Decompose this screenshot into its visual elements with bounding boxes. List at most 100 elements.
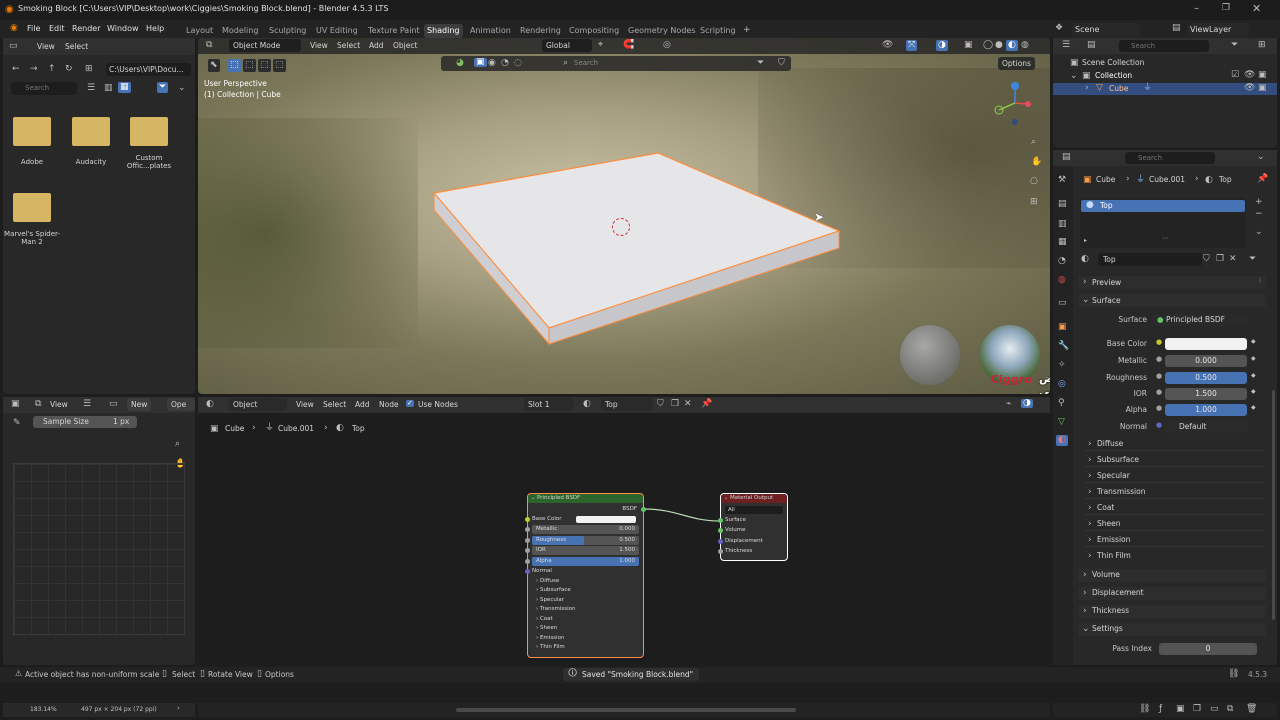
collapse-icon[interactable]: ⌄ (531, 495, 535, 501)
input-socket[interactable] (525, 517, 530, 522)
physics-tab-icon[interactable]: ◎ (1058, 380, 1066, 389)
unlink-icon[interactable]: ✕ (1229, 255, 1237, 264)
viewport-3d[interactable]: ⧉ Object Mode View Select Add Object Glo… (198, 38, 1050, 394)
display-mode-icon[interactable]: ▤ (1087, 41, 1096, 50)
new-collection-icon[interactable]: ⊞ (1258, 41, 1266, 50)
sample-size-field[interactable]: Sample Size 1 px (33, 416, 137, 428)
subpanel-transmission[interactable]: › Transmission (1085, 486, 1265, 499)
menu-file[interactable]: File (27, 20, 40, 38)
close-icon[interactable]: ✕ (1252, 3, 1261, 14)
pass-index-field[interactable]: 0 (1159, 643, 1257, 655)
duplicate-icon[interactable]: ❐ (1193, 705, 1201, 714)
eye-icon[interactable]: 👁 (1244, 84, 1255, 93)
editor-type-icon[interactable]: ☰ (1062, 41, 1070, 50)
viewport-visibility-icon[interactable]: 👁 (882, 41, 893, 50)
color-wheel-icon[interactable]: ◕ (456, 59, 464, 68)
base-color-swatch[interactable] (576, 516, 636, 523)
subpanel-thin-film[interactable]: › Thin Film (532, 643, 639, 652)
overlay-icon[interactable]: ◑ (936, 40, 948, 51)
eye-icon[interactable]: 👁 (1244, 71, 1255, 80)
folder-item[interactable]: Audacity (71, 117, 111, 167)
new-folder-icon[interactable]: ⊞ (85, 65, 93, 74)
socket-dot-icon[interactable]: ● (1156, 405, 1162, 412)
menu-window[interactable]: Window (107, 20, 139, 38)
copy-icon[interactable]: ⧉ (1227, 705, 1233, 714)
keyframe-dot-icon[interactable]: ◆ (1251, 389, 1256, 395)
duplicate-icon[interactable]: ❐ (1216, 255, 1224, 264)
input-socket[interactable] (525, 569, 530, 574)
keyframe-dot-icon[interactable]: ◆ (1251, 373, 1256, 379)
panel-header-thickness[interactable]: › Thickness (1078, 605, 1266, 618)
fake-user-icon[interactable]: ⛉ (1203, 255, 1210, 264)
socket-dot-icon[interactable]: ● (1156, 339, 1162, 346)
xray-icon[interactable]: ▣ (964, 41, 973, 50)
subpanel-diffuse[interactable]: › Diffuse (1085, 438, 1265, 451)
gizmo-icon[interactable]: ⤧ (906, 40, 918, 51)
object-tab-icon[interactable]: ▣ (1058, 323, 1067, 332)
orthographic-toggle-icon[interactable]: ⊞ (1030, 198, 1038, 207)
properties-search-input[interactable]: Search (1125, 152, 1215, 164)
node-row[interactable]: Alpha 1.000 (532, 557, 639, 566)
input-socket[interactable] (718, 528, 723, 533)
hamburger-icon[interactable]: ☰ (83, 400, 91, 409)
remove-slot-icon[interactable]: − (1255, 210, 1263, 219)
pin-icon[interactable]: 📌 (1257, 175, 1268, 184)
parent-dir-icon[interactable]: ↑ (48, 65, 56, 74)
wireframe-shading-icon[interactable]: ◯ (983, 41, 993, 50)
filter-icon[interactable]: ⏷ (157, 82, 169, 93)
subpanel-coat[interactable]: › Coat (1085, 502, 1265, 515)
roughness-field[interactable]: 0.500 (1165, 372, 1247, 384)
add-slot-icon[interactable]: + (1255, 198, 1263, 207)
chevron-down-icon[interactable]: ⌄ (178, 84, 186, 93)
socket-dot-icon[interactable]: ● (1156, 373, 1162, 380)
editor-type-icon[interactable]: ▭ (9, 42, 18, 51)
normal-field[interactable]: Default (1165, 421, 1247, 433)
list-grip-icon[interactable]: ⋯ (1162, 236, 1168, 242)
rendered-shading-icon[interactable]: ◍ (1021, 41, 1029, 50)
transform-orientation[interactable]: Global (542, 39, 592, 52)
select-tool-icon[interactable]: ⬉ (208, 59, 220, 72)
tab-sculpting[interactable]: Sculpting (266, 24, 309, 38)
alpha-field[interactable]: 1.000 (1165, 404, 1247, 416)
output-target-dropdown[interactable]: All (725, 506, 783, 514)
collapse-icon[interactable]: ⌄ (724, 495, 728, 501)
panel-header-displacement[interactable]: › Displacement (1078, 587, 1266, 600)
file-menu-select[interactable]: Select (65, 40, 88, 53)
list-vertical-icon[interactable]: ☰ (87, 84, 95, 93)
panel-header-volume[interactable]: › Volume (1078, 569, 1266, 582)
expand-arrow-icon[interactable]: › (1085, 84, 1089, 93)
object-icon[interactable]: ▣ (1176, 705, 1185, 714)
material-output-node[interactable]: ⌄ Material Output All Surface Volume Dis… (718, 493, 788, 561)
view-layer-selector[interactable]: ViewLayer (1187, 23, 1249, 37)
filter-icon[interactable]: ⏷ (1249, 255, 1256, 264)
panel-grip-icon[interactable]: ⋮ (1257, 278, 1263, 284)
zoom-icon[interactable]: ⌕ (1031, 138, 1036, 147)
image-browse-icon[interactable]: ▭ (109, 400, 118, 409)
refresh-icon[interactable]: ↻ (65, 65, 73, 74)
input-socket[interactable] (718, 549, 723, 554)
snap-icon[interactable]: 🧲 (623, 41, 634, 50)
camera-icon[interactable]: ▣ (1258, 71, 1267, 80)
menu-render[interactable]: Render (72, 20, 100, 38)
input-socket[interactable] (525, 527, 530, 532)
data-tab-icon[interactable]: ▽ (1058, 418, 1065, 427)
image-view-icon[interactable]: ⧉ (35, 400, 41, 409)
view-layer-tab-icon[interactable]: ▦ (1058, 238, 1067, 247)
tab-texture-paint[interactable]: Texture Paint (365, 24, 423, 38)
eyedropper-icon[interactable]: ✎ (13, 419, 21, 428)
node-row[interactable]: IOR 1.500 (532, 546, 639, 555)
material-shading-icon[interactable]: ◐ (1006, 40, 1018, 51)
material-slot-row[interactable]: ● Top (1081, 200, 1245, 212)
chevron-down-icon[interactable]: ⌄ (1257, 153, 1265, 162)
node-row[interactable]: Roughness 0.500 (532, 536, 639, 545)
list-horizontal-icon[interactable]: ▥ (104, 84, 113, 93)
file-search-input[interactable]: Search (11, 82, 77, 95)
select-box-icon[interactable]: ⬚ (228, 59, 241, 72)
base-color-swatch[interactable] (1165, 338, 1247, 350)
editor-type-icon[interactable]: ▤ (1062, 153, 1071, 162)
select-extend-icon[interactable]: ⬚ (243, 59, 256, 72)
expand-arrow-icon[interactable]: ⌄ (1070, 72, 1078, 81)
material-tab-icon[interactable]: ◐ (1056, 435, 1068, 446)
subpanel-emission[interactable]: › Emission (532, 634, 639, 643)
constraints-tab-icon[interactable]: ⚲ (1058, 399, 1065, 408)
